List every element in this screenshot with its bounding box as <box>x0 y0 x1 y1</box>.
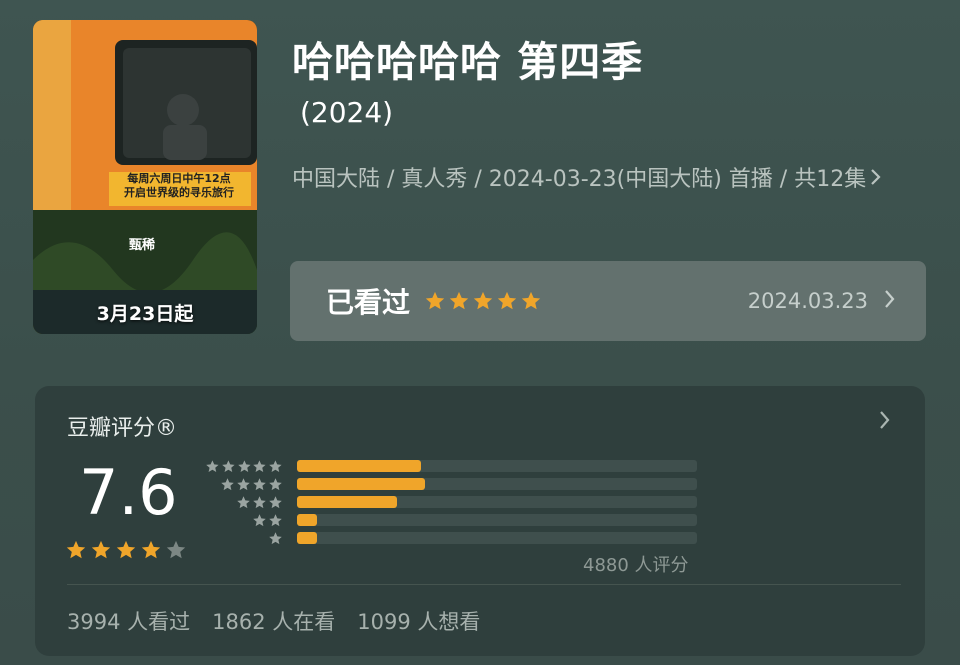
poster-banner: 每周六周日中午12点 开启世界级的寻乐旅行 <box>109 172 249 206</box>
mini-stars <box>205 531 283 546</box>
mini-stars <box>205 477 283 492</box>
star-icon <box>253 477 266 490</box>
rating-bar-track <box>297 460 697 472</box>
mini-stars <box>205 513 283 528</box>
star-icon <box>497 291 517 310</box>
star-icon <box>473 291 493 310</box>
show-meta[interactable]: 中国大陆 / 真人秀 / 2024-03-23(中国大陆) 首播 / 共12集 <box>292 160 922 200</box>
poster-logo-text: 甄稀 <box>128 238 155 253</box>
rating-bar-track <box>297 478 697 490</box>
mini-stars <box>205 495 283 510</box>
star-icon <box>116 540 136 559</box>
poster-image[interactable]: 每周六周日中午12点 开启世界级的寻乐旅行 甄稀 3月23日起 <box>33 20 257 334</box>
star-icon <box>269 477 282 490</box>
poster-banner-line1: 每周六周日中午12点 <box>127 172 231 185</box>
star-icon <box>449 291 469 310</box>
star-icon <box>269 459 282 472</box>
star-icon <box>269 531 282 544</box>
star-icon <box>91 540 111 559</box>
rating-bar-track <box>297 496 697 508</box>
star-icon <box>221 477 234 490</box>
rating-bar-fill <box>297 478 425 490</box>
watched-label: 已看过 <box>326 286 411 319</box>
rating-bar-track <box>297 514 697 526</box>
rating-bar-fill <box>297 460 421 472</box>
viewer-stat[interactable]: 1862 人在看 <box>212 606 335 636</box>
star-icon <box>269 495 282 508</box>
star-icon <box>66 540 86 559</box>
watched-date: 2024.03.23 <box>747 289 868 313</box>
divider <box>67 584 901 585</box>
viewer-stats: 3994 人看过 1862 人在看 1099 人想看 <box>67 606 480 636</box>
watched-status-bar[interactable]: 已看过 2024.03.23 <box>290 261 926 341</box>
star-icon <box>253 495 266 508</box>
mini-stars <box>205 459 283 474</box>
chevron-right-icon[interactable] <box>879 408 891 436</box>
rating-stars <box>65 539 187 561</box>
rating-bar-track <box>297 532 697 544</box>
star-icon <box>237 495 250 508</box>
release-year: (2024) <box>300 96 394 129</box>
star-icon <box>425 291 445 310</box>
douban-rating-card: 豆瓣评分® 7.6 4880 人评分 3994 人看过 1862 人在看 1099 … <box>35 386 925 656</box>
show-meta-text: 中国大陆 / 真人秀 / 2024-03-23(中国大陆) 首播 / 共12集 <box>292 167 867 192</box>
rating-heading: 豆瓣评分® <box>67 416 178 441</box>
star-icon <box>206 459 219 472</box>
rating-count: 4880 人评分 <box>583 555 689 576</box>
poster-banner-line2: 开启世界级的寻乐旅行 <box>124 186 234 199</box>
star-icon <box>222 459 235 472</box>
page-title: 哈哈哈哈哈 第四季 <box>292 38 644 86</box>
viewer-stat[interactable]: 3994 人看过 <box>67 606 190 636</box>
my-rating-stars <box>424 290 542 312</box>
rating-bar-fill <box>297 496 397 508</box>
star-icon <box>269 513 282 526</box>
star-icon <box>141 540 161 559</box>
star-icon <box>237 477 250 490</box>
star-icon <box>521 291 541 310</box>
viewer-stat[interactable]: 1099 人想看 <box>357 606 480 636</box>
rating-score: 7.6 <box>79 456 178 529</box>
star-icon <box>166 540 186 559</box>
rating-bar-fill <box>297 532 317 544</box>
chevron-right-icon <box>884 287 896 315</box>
star-icon <box>253 513 266 526</box>
poster-caption: 3月23日起 <box>96 303 194 325</box>
rating-bar-fill <box>297 514 317 526</box>
chevron-right-icon <box>870 160 882 200</box>
star-icon <box>253 459 266 472</box>
star-icon <box>237 459 251 472</box>
